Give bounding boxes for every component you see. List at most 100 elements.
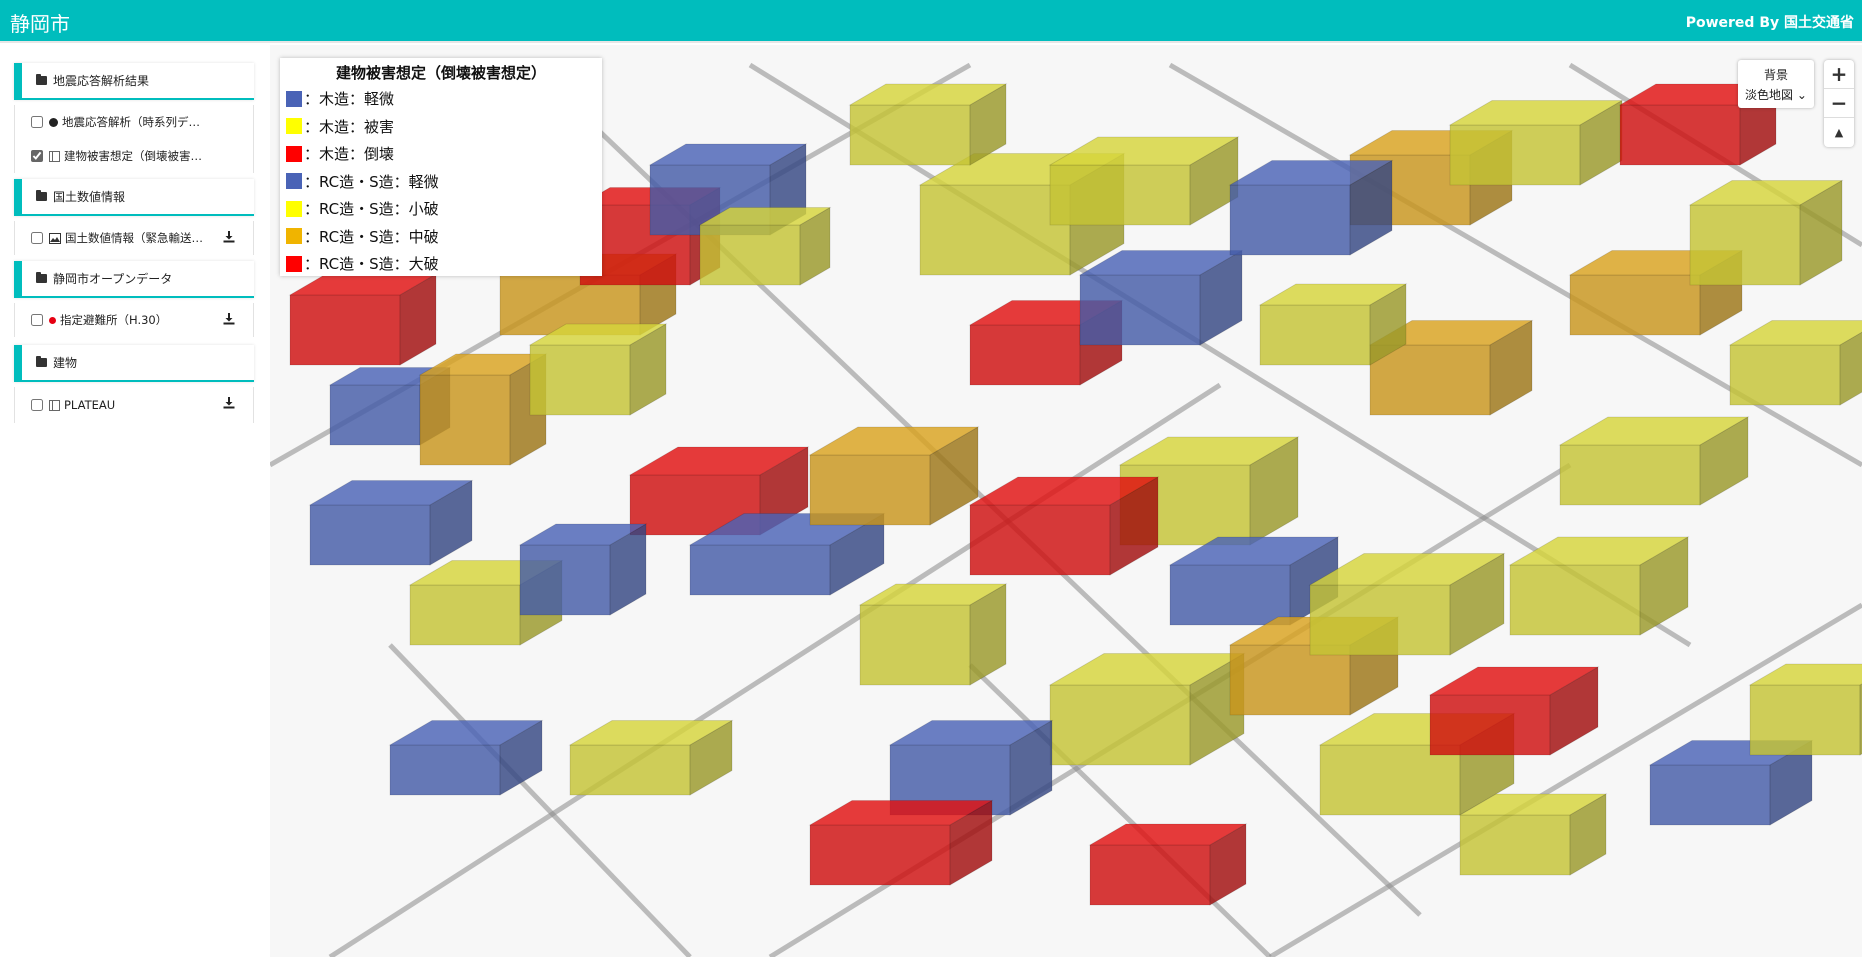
building-front-45: [1089, 844, 1211, 906]
section-seismic-analysis[interactable]: 地震応答解析結果: [14, 63, 254, 100]
layer-checkbox[interactable]: [31, 116, 43, 128]
layer-label: 国土数値情報（緊急輸送…: [65, 231, 203, 245]
building-front-37: [1259, 304, 1371, 366]
road-line: [388, 643, 692, 957]
legend-entry: ：RC造・S造：中破: [286, 223, 602, 251]
layer-label: PLATEAU: [64, 398, 116, 412]
legend-label: ：RC造・S造：中破: [304, 227, 439, 246]
building-front-27: [1429, 694, 1551, 756]
building-front-30: [1569, 274, 1701, 336]
building-front-16: [969, 324, 1081, 386]
building-front-0: [289, 294, 401, 366]
building-icon: [49, 150, 60, 162]
building-front-22: [1049, 684, 1191, 766]
building-front-36: [1369, 344, 1491, 416]
building-front-13: [809, 454, 931, 526]
red-dot-icon: [49, 316, 56, 324]
building-front-18: [1079, 274, 1201, 346]
building-front-38: [1229, 184, 1351, 256]
basemap-select[interactable]: 淡色地図 ⌄: [1738, 86, 1814, 103]
building-front-40: [809, 824, 951, 886]
legend-label: ：木造：軽微: [304, 90, 395, 109]
building-top-35: [1728, 320, 1862, 346]
building-front-46: [1459, 814, 1571, 876]
building-front-42: [389, 744, 501, 796]
building-front-2: [419, 374, 511, 466]
section-national-land[interactable]: 国土数値情報: [14, 179, 254, 216]
image-icon: [49, 232, 61, 244]
building-front-20: [969, 504, 1111, 576]
zoom-out-button[interactable]: −: [1824, 89, 1854, 118]
building-front-25: [1309, 584, 1451, 656]
building-front-24: [1229, 644, 1351, 716]
legend-swatch: [286, 228, 302, 245]
legend-swatch: [286, 145, 302, 162]
building-front-3: [309, 504, 431, 566]
section-label: 静岡市オープンデータ: [53, 272, 173, 286]
layer-item-seismic-timeseries[interactable]: 地震応答解析（時系列デ…: [14, 105, 254, 139]
section-shizuoka-opendata[interactable]: 静岡市オープンデータ: [14, 261, 254, 298]
powered-by: Powered By 国土交通省: [1685, 15, 1854, 31]
chevron-down-icon: ⌄: [1796, 88, 1807, 102]
legend-swatch: [286, 200, 302, 217]
building-front-14: [859, 604, 971, 686]
building-front-8: [699, 224, 801, 286]
basemap-label: 背景: [1763, 68, 1788, 82]
layer-item-shelters[interactable]: 指定避難所（H.30）: [14, 303, 254, 337]
layer-item-plateau[interactable]: PLATEAU: [14, 387, 254, 423]
legend-entry: ：木造：被害: [286, 113, 602, 141]
folder-icon: [36, 272, 47, 283]
legend-swatch: [286, 173, 302, 190]
layer-item-emergency-route[interactable]: 国土数値情報（緊急輸送…: [14, 221, 254, 255]
section-buildings[interactable]: 建物: [14, 345, 254, 382]
building-front-1: [329, 384, 421, 446]
building-front-33: [1619, 104, 1741, 166]
folder-icon: [36, 74, 47, 85]
building-front-39: [849, 104, 971, 166]
damage-legend: 建物被害想定（倒壊被害想定） ：木造：軽微 ：木造：被害 ：木造：倒壊 ：RC造・S造…: [280, 58, 602, 276]
building-front-11: [409, 584, 521, 646]
dot-icon: [49, 117, 58, 127]
layer-checkbox[interactable]: [31, 314, 43, 326]
legend-swatch: [286, 90, 302, 107]
building-front-17: [1049, 164, 1191, 226]
layer-checkbox[interactable]: [31, 399, 43, 411]
download-icon[interactable]: [223, 231, 235, 243]
legend-label: ：木造：被害: [304, 117, 395, 136]
app-header: 静岡市 Powered By 国土交通省: [0, 0, 1862, 43]
legend-entry: ：木造：軽微: [286, 85, 602, 113]
building-front-12: [519, 544, 611, 616]
zoom-in-button[interactable]: +: [1824, 60, 1854, 89]
building-front-35: [1729, 344, 1841, 406]
folder-icon: [36, 190, 47, 201]
building-front-21: [1169, 564, 1291, 626]
layer-item-building-damage[interactable]: 建物被害想定（倒壊被害…: [14, 139, 254, 173]
folder-icon: [36, 356, 47, 367]
layer-checkbox[interactable]: [31, 150, 43, 162]
download-icon[interactable]: [223, 313, 235, 325]
building-front-10: [689, 544, 831, 596]
zoom-control: + − ▲: [1824, 60, 1854, 147]
legend-entry: ：木造：倒壊: [286, 140, 602, 168]
compass-icon[interactable]: ▲: [1824, 118, 1854, 147]
layer-sidebar: 地震応答解析結果 地震応答解析（時系列デ… 建物被害想定（倒壊被害… 国土数値情…: [0, 45, 270, 957]
legend-label: ：RC造・S造：大破: [304, 255, 439, 274]
layer-checkbox[interactable]: [31, 232, 43, 244]
layer-label: 建物被害想定（倒壊被害…: [64, 149, 202, 163]
building-top-44: [1748, 663, 1862, 686]
legend-swatch: [286, 255, 302, 272]
download-icon[interactable]: [223, 397, 235, 409]
building-front-29: [1559, 444, 1701, 506]
building-front-41: [569, 744, 691, 796]
section-label: 国土数値情報: [53, 190, 126, 204]
building-front-34: [1689, 204, 1801, 286]
legend-label: ：RC造・S造：軽微: [304, 172, 439, 191]
legend-title: 建物被害想定（倒壊被害想定）: [335, 64, 546, 82]
basemap-selected: 淡色地図: [1745, 88, 1794, 102]
building-front-44: [1749, 684, 1861, 756]
building-front-43: [1649, 764, 1771, 826]
basemap-selector[interactable]: 背景 淡色地図 ⌄: [1738, 60, 1814, 108]
layer-label: 指定避難所（H.30）: [60, 313, 168, 327]
legend-swatch: [286, 118, 302, 135]
building-front-5: [529, 344, 631, 416]
